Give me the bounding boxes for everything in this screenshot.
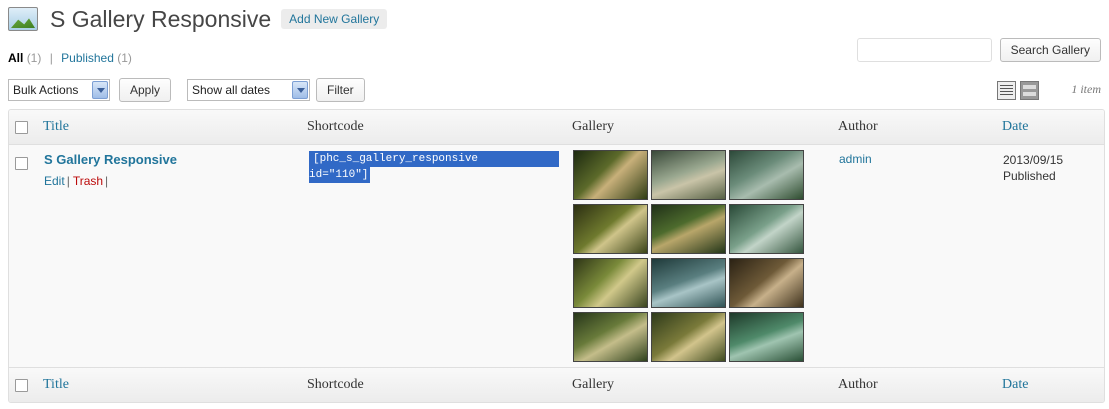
page-header: S Gallery Responsive Add New Gallery (8, 4, 388, 34)
gallery-thumbnail[interactable] (729, 312, 804, 362)
gallery-thumbnail[interactable] (651, 312, 726, 362)
gallery-thumbnail[interactable] (651, 258, 726, 308)
column-gallery-footer: Gallery (572, 377, 614, 392)
column-shortcode-footer: Shortcode (307, 377, 364, 392)
select-all-checkbox-footer[interactable] (15, 379, 28, 392)
column-gallery-header: Gallery (572, 119, 614, 134)
table-row: S Gallery Responsive Edit | Trash | [phc_s_… (9, 146, 1104, 368)
list-view-icon[interactable] (997, 81, 1016, 100)
trash-link[interactable]: Trash (73, 174, 103, 188)
post-status: Published (1003, 169, 1056, 183)
table-header: Title Shortcode Gallery Author Date (9, 110, 1104, 145)
shortcode-text[interactable]: [phc_s_gallery_responsive id="110"] (309, 151, 559, 183)
table-footer: Title Shortcode Gallery Author Date (9, 367, 1104, 402)
page-title: S Gallery Responsive (50, 5, 272, 32)
gallery-thumbnail[interactable] (729, 150, 804, 200)
row-actions: Edit | Trash | (44, 174, 111, 188)
gallery-thumbnail[interactable] (651, 204, 726, 254)
action-separator: | (66, 174, 70, 188)
row-title-link[interactable]: S Gallery Responsive (44, 152, 177, 167)
status-filter-links: All (1) | Published (1) (8, 51, 132, 65)
gallery-thumbnail[interactable] (573, 150, 648, 200)
gallery-thumbnail[interactable] (573, 258, 648, 308)
chevron-down-icon (292, 81, 308, 99)
gallery-thumbnails (573, 150, 804, 362)
gallery-thumbnail[interactable] (729, 258, 804, 308)
date-filter-select[interactable]: Show all dates (187, 79, 310, 101)
filter-all-count: (1) (26, 51, 42, 65)
filter-all-link[interactable]: All (8, 51, 23, 65)
column-author-footer: Author (838, 377, 878, 392)
table-nav: Bulk Actions Apply Show all dates Filter… (8, 78, 1101, 103)
date-value: 2013/09/15 (1003, 153, 1064, 167)
date-filter-value: Show all dates (192, 83, 271, 97)
filter-separator: | (49, 51, 53, 65)
column-date-header[interactable]: Date (1002, 119, 1028, 135)
add-new-gallery-button[interactable]: Add New Gallery (281, 9, 388, 29)
date-cell: 2013/09/15 Published (1003, 152, 1063, 184)
items-count: 1 item (1071, 82, 1101, 96)
gallery-image-icon (8, 7, 38, 31)
author-link[interactable]: admin (839, 152, 872, 166)
column-shortcode-header: Shortcode (307, 119, 364, 134)
search-gallery-button[interactable]: Search Gallery (999, 38, 1101, 62)
excerpt-view-icon[interactable] (1020, 81, 1039, 100)
shortcode-line-1: [phc_s_gallery_responsive (309, 151, 559, 167)
column-title-header[interactable]: Title (43, 119, 69, 135)
filter-published-link[interactable]: Published (61, 51, 114, 65)
gallery-thumbnail[interactable] (573, 204, 648, 254)
filter-published-count: (1) (117, 51, 132, 65)
column-title-footer[interactable]: Title (43, 377, 69, 393)
bulk-actions-value: Bulk Actions (13, 83, 79, 97)
column-date-footer[interactable]: Date (1002, 377, 1028, 393)
bulk-actions-select[interactable]: Bulk Actions (8, 79, 110, 101)
chevron-down-icon (92, 81, 108, 99)
column-author-header: Author (838, 119, 878, 134)
gallery-thumbnail[interactable] (651, 150, 726, 200)
gallery-thumbnail[interactable] (573, 312, 648, 362)
view-switch (997, 81, 1039, 100)
search-input[interactable] (856, 38, 992, 62)
gallery-thumbnail[interactable] (729, 204, 804, 254)
edit-link[interactable]: Edit (44, 174, 65, 188)
shortcode-line-2: id="110"] (309, 167, 371, 183)
gallery-list-table: Title Shortcode Gallery Author Date S Ga… (8, 109, 1105, 403)
action-separator: | (105, 174, 109, 188)
filter-button[interactable]: Filter (316, 78, 365, 102)
search-box: Search Gallery (856, 38, 1101, 62)
row-checkbox[interactable] (15, 157, 28, 170)
select-all-checkbox[interactable] (15, 121, 28, 134)
apply-button[interactable]: Apply (119, 78, 172, 102)
